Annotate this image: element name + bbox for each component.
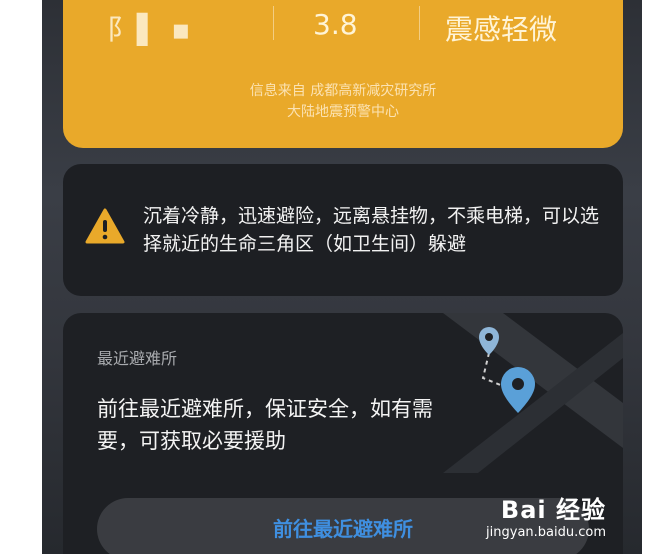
source-line: 信息来自 成都高新减灾研究所 xyxy=(249,83,437,99)
safety-tip-card: 沉着冷静，迅速避险，远离悬挂物，不乘电梯，可以选择就近的生命三角区（如卫生间）躲… xyxy=(63,164,623,296)
stat-divider xyxy=(419,6,420,40)
magnitude-value: 3.8 xyxy=(313,8,358,41)
watermark-url: jingyan.baidu.com xyxy=(486,525,606,540)
location-value: 阝▌ ▪ xyxy=(107,13,193,46)
earthquake-alert-card: 阝▌ ▪ 3.8 震感轻微 信息来自 成都高新减灾研究所 大陆地震预警中心 xyxy=(63,0,623,148)
warning-icon xyxy=(85,208,125,244)
intensity-value: 震感轻微 xyxy=(445,13,558,46)
shelter-title: 最近避难所 xyxy=(97,349,178,368)
source-line: 大陆地震预警中心 xyxy=(287,104,399,120)
stat-divider xyxy=(273,6,274,40)
baidu-jingyan-watermark: Bai 经验 jingyan.baidu.com xyxy=(486,490,606,540)
watermark-logo: Bai 经验 xyxy=(500,496,606,524)
safety-tip-text: 沉着冷静，迅速避险，远离悬挂物，不乘电梯，可以选择就近的生命三角区（如卫生间）躲… xyxy=(143,205,600,255)
app-screen: 阝▌ ▪ 3.8 震感轻微 信息来自 成都高新减灾研究所 大陆地震预警中心 沉着… xyxy=(42,0,642,554)
shelter-description: 前往最近避难所，保证安全，如有需要，可获取必要援助 xyxy=(97,397,433,453)
